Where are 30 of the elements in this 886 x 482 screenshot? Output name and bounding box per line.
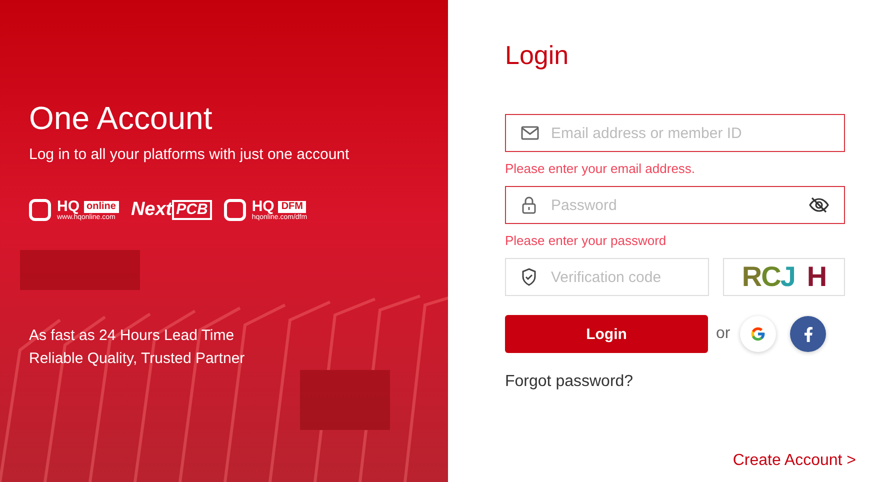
h-logo-icon	[224, 199, 246, 221]
logo-text: HQ	[252, 199, 274, 214]
shield-check-icon	[521, 268, 537, 286]
promo-subtitle: Log in to all your platforms with just one account	[29, 146, 350, 163]
logo-tag: PCB	[172, 200, 212, 220]
logo-tag: DFM	[278, 200, 306, 212]
promo-tagline: Reliable Quality, Trusted Partner	[29, 350, 246, 367]
google-login-button[interactable]	[740, 316, 776, 352]
lock-icon	[521, 196, 537, 214]
error-message: Please enter your email address.	[505, 160, 696, 178]
h-logo-icon	[29, 199, 51, 221]
promo-title: One Account	[29, 99, 214, 138]
or-label: or	[716, 325, 730, 343]
login-title: Login	[505, 40, 570, 72]
error-message: Please enter your password	[505, 232, 668, 250]
promo-tagline: As fast as 24 Hours Lead Time	[29, 327, 236, 344]
mail-icon	[521, 126, 539, 140]
create-account-link[interactable]: Create Account >	[732, 452, 856, 470]
facebook-login-button[interactable]	[790, 316, 826, 352]
forgot-password-link[interactable]: Forgot password?	[505, 373, 634, 391]
verification-code-field[interactable]: Verification code	[505, 258, 709, 296]
logo-text: HQ	[57, 199, 80, 214]
login-button[interactable]: Login	[505, 315, 708, 353]
logo-tag: online	[84, 200, 119, 212]
logo-text: Next	[130, 199, 172, 221]
captcha-image[interactable]: RCJ H	[723, 258, 845, 296]
hidden-eye-icon[interactable]	[809, 197, 829, 213]
password-field[interactable]: Password	[505, 186, 845, 224]
google-logo-icon	[750, 326, 766, 342]
email-field[interactable]: Email address or member ID	[505, 114, 845, 152]
